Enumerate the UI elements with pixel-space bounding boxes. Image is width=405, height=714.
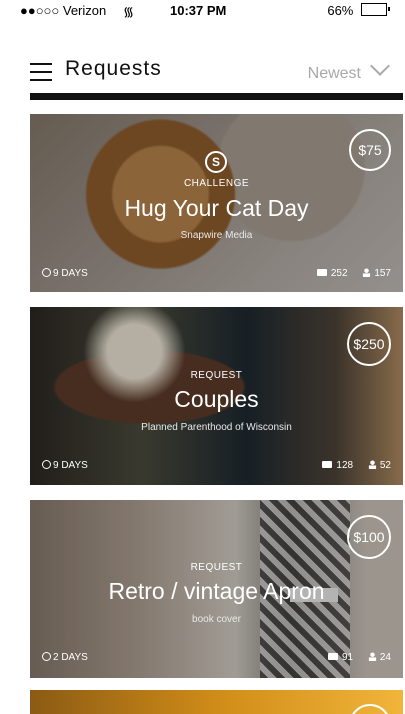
price-badge: $250 xyxy=(347,322,391,366)
clock-icon xyxy=(42,652,51,661)
user-icon xyxy=(368,460,376,469)
photo-count: 91 xyxy=(341,652,354,663)
card-kind: REQUEST xyxy=(190,562,243,573)
camera-icon xyxy=(316,269,327,276)
photo-count: 128 xyxy=(336,460,354,471)
time-remaining: 9 DAYS xyxy=(42,268,88,279)
wifi-icon: ᯾ xyxy=(123,4,135,19)
status-bar: ●●○○○ Verizon ᯾ 10:37 PM 66% xyxy=(0,0,405,20)
contributor-count: 52 xyxy=(379,460,391,471)
user-icon xyxy=(368,652,376,661)
contributor-count: 24 xyxy=(379,652,391,663)
request-card[interactable]: $75 S CHALLENGE Hug Your Cat Day Snapwir… xyxy=(30,114,403,292)
card-kind: CHALLENGE xyxy=(183,178,250,189)
time-remaining: 2 DAYS xyxy=(42,652,88,663)
clock-icon xyxy=(42,268,51,277)
chevron-down-icon xyxy=(370,56,390,76)
status-time: 10:37 PM xyxy=(170,3,227,18)
camera-icon xyxy=(322,461,333,468)
card-client: book cover xyxy=(192,614,241,625)
card-stats: 91 24 xyxy=(327,652,391,663)
sort-dropdown[interactable]: Newest xyxy=(307,56,390,83)
card-client: Snapwire Media xyxy=(180,230,253,241)
request-card[interactable]: $100 REQUEST Retro / vintage Apron book … xyxy=(30,500,403,678)
price-badge xyxy=(349,704,391,714)
card-client: Planned Parenthood of Wisconsin xyxy=(141,422,292,433)
previous-card-edge xyxy=(30,93,403,100)
card-stats: 128 52 xyxy=(322,460,391,471)
next-request-card[interactable] xyxy=(30,690,403,714)
contributor-count: 157 xyxy=(374,268,391,279)
carrier-signal: ●●○○○ Verizon xyxy=(20,3,107,18)
snapwire-logo-icon: S xyxy=(205,151,227,173)
page-title: Requests xyxy=(65,57,162,80)
user-icon xyxy=(363,268,371,277)
card-title: Hug Your Cat Day xyxy=(124,195,309,221)
card-stats: 252 157 xyxy=(316,268,391,279)
card-kind: REQUEST xyxy=(190,370,243,381)
price-badge: $100 xyxy=(347,515,391,559)
clock-icon xyxy=(42,460,51,469)
card-title: Couples xyxy=(174,386,259,412)
battery-percentage: 66% xyxy=(327,3,354,18)
price-badge: $75 xyxy=(349,129,391,171)
camera-icon xyxy=(327,653,338,660)
navigation-bar: Requests Newest xyxy=(0,20,405,94)
photo-count: 252 xyxy=(330,268,348,279)
sort-label: Newest xyxy=(307,65,361,82)
card-title: Retro / vintage Apron xyxy=(108,578,325,604)
battery-icon xyxy=(361,3,390,16)
request-card[interactable]: $250 REQUEST Couples Planned Parenthood … xyxy=(30,307,403,485)
time-remaining: 9 DAYS xyxy=(42,460,88,471)
menu-icon[interactable] xyxy=(30,63,52,81)
battery-status: 66% xyxy=(327,3,390,18)
